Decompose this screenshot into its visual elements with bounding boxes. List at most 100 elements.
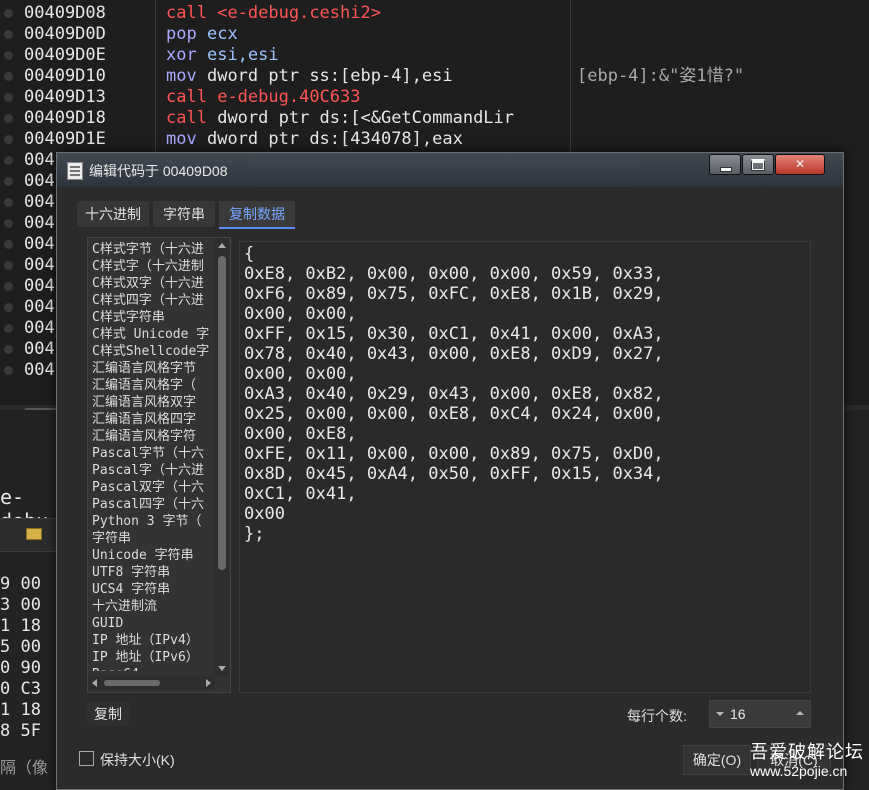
format-list-item[interactable]: UTF8 字符串 [92,564,214,581]
format-list-vertical-scrollbar[interactable] [215,238,229,676]
checkbox-box[interactable] [79,751,94,766]
maximize-button[interactable] [742,154,774,175]
breakpoint-marker[interactable] [4,30,13,39]
disassembly-row[interactable]: 00409D1E mov dword ptr ds:[434078],eax [0,129,869,150]
address: 004 [24,213,55,233]
instruction: call <e-debug.ceshi2> [166,3,381,24]
tab-copy-data[interactable]: 复制数据 [219,201,295,229]
breakpoint-marker[interactable] [4,282,13,291]
format-list-item[interactable]: C样式字符串 [92,309,214,326]
format-list-item[interactable]: 汇编语言风格四字 [92,411,214,428]
hex-dump-row[interactable]: 3 00 [0,595,41,615]
hex-dump-row[interactable]: 1 18 [0,700,41,720]
hex-dump-row[interactable]: 8 5F [0,721,41,741]
address: 004 [24,276,55,296]
decrement-icon[interactable] [716,712,724,716]
minimize-button[interactable] [709,154,741,175]
address: 004 [24,150,55,170]
format-list-item[interactable]: C样式双字（十六进 [92,275,214,292]
breakpoint-marker[interactable] [4,324,13,333]
format-list-item[interactable]: Pascal四字（十六 [92,496,214,513]
format-list-item[interactable]: IP 地址（IPv6） [92,649,214,666]
copy-data-output[interactable]: {0xE8, 0xB2, 0x00, 0x00, 0x00, 0x59, 0x3… [239,241,811,693]
scroll-up-icon[interactable] [218,243,226,248]
tab-string[interactable]: 字符串 [153,201,215,227]
close-button[interactable]: ✕ [775,154,825,175]
breakpoint-marker[interactable] [4,198,13,207]
breakpoint-marker[interactable] [4,51,13,60]
disassembly-row[interactable]: 00409D10 mov dword ptr ss:[ebp-4],esi [ebp… [0,66,869,87]
breakpoint-marker[interactable] [4,240,13,249]
scrollbar-thumb[interactable] [218,256,226,570]
maximize-icon [751,159,765,171]
increment-icon[interactable] [796,711,804,715]
breakpoint-marker[interactable] [4,366,13,375]
breakpoint-marker[interactable] [4,303,13,312]
mnemonic: mov [166,66,197,86]
hex-dump-row[interactable]: 5 00 [0,637,41,657]
format-list-item[interactable]: C样式 Unicode 字 [92,326,214,343]
format-list[interactable]: C样式字节（十六进 C样式字（十六进制 C样式双字（十六进 C样式四字（十六进 C样式字… [87,237,231,693]
ok-button[interactable]: 确定(O) [683,745,751,775]
format-list-item[interactable]: Pascal字（十六进 [92,462,214,479]
format-list-item[interactable]: Unicode 字符串 [92,547,214,564]
format-list-item[interactable]: IP 地址（IPv4） [92,632,214,649]
format-list-item[interactable]: 汇编语言风格字符 [92,428,214,445]
memory-icon[interactable] [26,528,42,540]
scroll-right-icon[interactable] [206,679,211,687]
copy-button[interactable]: 复制 [87,702,129,726]
address: 004 [24,318,55,338]
format-list-item[interactable]: 字符串 [92,530,214,547]
code-line: 0xFF, 0x15, 0x30, 0xC1, 0x41, 0x00, 0xA3… [244,324,664,344]
dialog-titlebar[interactable]: 编辑代码于 00409D08 ✕ [57,153,843,187]
format-list-item[interactable]: UCS4 字符串 [92,581,214,598]
tab-hex[interactable]: 十六进制 [77,201,149,227]
disassembly-row[interactable]: 00409D0E xor esi,esi [0,45,869,66]
format-list-item[interactable]: C样式四字（十六进 [92,292,214,309]
per-line-spinbox[interactable]: 16 [709,700,811,728]
code-line: { [244,244,255,264]
breakpoint-marker[interactable] [4,9,13,18]
breakpoint-marker[interactable] [4,177,13,186]
format-list-item[interactable]: Pascal双字（十六 [92,479,214,496]
format-list-item[interactable]: C样式字节（十六进 [92,241,214,258]
format-list-item[interactable]: Base64 [92,666,214,671]
hex-dump-row[interactable]: 9 00 [0,574,41,594]
breakpoint-marker[interactable] [4,261,13,270]
mnemonic: call [166,108,207,128]
hex-dump-row[interactable]: 0 90 [0,658,41,678]
breakpoint-marker[interactable] [4,345,13,354]
format-list-item[interactable]: 十六进制流 [92,598,214,615]
breakpoint-marker[interactable] [4,114,13,123]
breakpoint-marker[interactable] [4,93,13,102]
format-list-item[interactable]: Python 3 字节（ [92,513,214,530]
format-list-item[interactable]: 汇编语言风格双字 [92,394,214,411]
format-list-item[interactable]: GUID [92,615,214,632]
format-list-item[interactable]: 汇编语言风格字（ [92,377,214,394]
scroll-down-icon[interactable] [218,666,226,671]
mnemonic: call [166,3,207,23]
breakpoint-marker[interactable] [4,135,13,144]
dump-tab[interactable]: e-debu [0,485,60,533]
format-list-item[interactable]: C样式Shellcode字 [92,343,214,360]
breakpoint-marker[interactable] [4,72,13,81]
disassembly-row[interactable]: 00409D08 call <e-debug.ceshi2> [0,3,869,24]
mnemonic: xor [166,45,197,65]
format-list-horizontal-scrollbar[interactable] [88,676,215,690]
address: 004 [24,255,55,275]
format-list-item[interactable]: 汇编语言风格字节 [92,360,214,377]
hex-dump-row[interactable]: 1 18 [0,616,41,636]
disassembly-row[interactable]: 00409D18 call dword ptr ds:[<&GetCommandL… [0,108,869,129]
hex-dump-row[interactable]: 0 C3 [0,679,41,699]
scrollbar-thumb[interactable] [104,680,160,686]
format-list-item[interactable]: Pascal字节（十六 [92,445,214,462]
code-line: 0xF6, 0x89, 0x75, 0xFC, 0xE8, 0x1B, 0x29… [244,284,664,304]
breakpoint-marker[interactable] [4,156,13,165]
scroll-left-icon[interactable] [92,679,97,687]
disassembly-row[interactable]: 00409D0D pop ecx [0,24,869,45]
operand: dword ptr ss:[ebp-4],esi [206,66,453,86]
disassembly-row[interactable]: 00409D13 call e-debug.40C633 [0,87,869,108]
format-list-item[interactable]: C样式字（十六进制 [92,258,214,275]
breakpoint-marker[interactable] [4,219,13,228]
operand: dword ptr ds:[434078],eax [206,129,463,149]
